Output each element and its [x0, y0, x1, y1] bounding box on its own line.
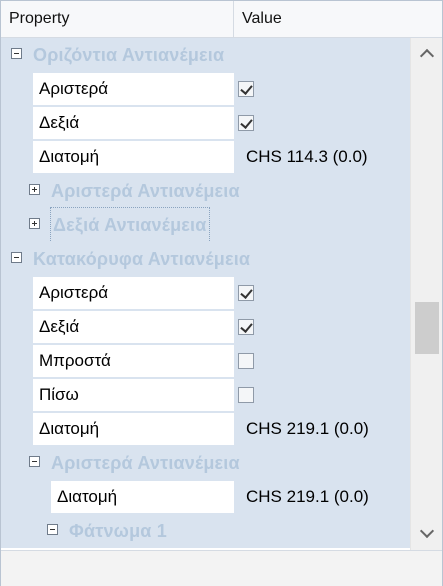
property-value[interactable]: CHS 219.1 (0.0) [234, 481, 410, 513]
collapse-icon[interactable] [29, 456, 40, 467]
property-value-checkbox-cell[interactable] [234, 345, 410, 377]
property-row[interactable]: Δεξιά [1, 106, 410, 140]
collapse-icon[interactable] [47, 524, 58, 535]
checkbox-checked[interactable] [238, 115, 254, 131]
property-row[interactable]: Δεξιά [1, 310, 410, 344]
property-grid: Property Value Οριζόντια Αντιανέμεια Αρισ… [0, 0, 443, 586]
property-name: Αριστερά [33, 73, 234, 105]
property-value-checkbox-cell[interactable] [234, 379, 410, 411]
subcategory-row[interactable]: Φάτνωμα 1 [1, 514, 410, 548]
checkbox-unchecked[interactable] [238, 353, 254, 369]
category-row[interactable]: Κατακόρυφα Αντιανέμεια [1, 242, 410, 276]
category-label: Δεξιά Αντιανέμεια [50, 207, 210, 243]
property-value[interactable]: CHS 114.3 (0.0) [234, 141, 410, 173]
value-column-header[interactable]: Value [234, 1, 442, 37]
property-row[interactable]: Διατομή CHS 219.1 (0.0) [1, 412, 410, 446]
property-row[interactable]: Αριστερά [1, 72, 410, 106]
chevron-down-icon [419, 523, 435, 539]
checkbox-unchecked[interactable] [238, 387, 254, 403]
property-row[interactable]: Διατομή CHS 114.3 (0.0) [1, 140, 410, 174]
property-name: Πίσω [33, 379, 234, 411]
category-label: Αριστερά Αντιανέμεια [51, 181, 240, 201]
scrollbar-thumb[interactable] [415, 302, 439, 354]
category-label: Οριζόντια Αντιανέμεια [33, 45, 225, 65]
grid-header: Property Value [1, 1, 442, 38]
property-value-checkbox-cell[interactable] [234, 73, 410, 105]
property-row[interactable]: Μπροστά [1, 344, 410, 378]
property-value[interactable]: CHS 219.1 (0.0) [234, 413, 410, 445]
collapse-icon[interactable] [11, 252, 22, 263]
checkbox-checked[interactable] [238, 81, 254, 97]
category-row[interactable]: Οριζόντια Αντιανέμεια [1, 38, 410, 72]
property-row[interactable]: Διατομή CHS 219.1 (0.0) [1, 480, 410, 514]
property-name: Δεξιά [33, 107, 234, 139]
property-name: Μπροστά [33, 345, 234, 377]
property-value-checkbox-cell[interactable] [234, 107, 410, 139]
property-name: Διατομή [33, 413, 234, 445]
description-panel [1, 550, 442, 586]
checkbox-checked[interactable] [238, 319, 254, 335]
vertical-scrollbar[interactable] [410, 38, 442, 550]
collapse-icon[interactable] [11, 48, 22, 59]
subcategory-row[interactable]: Δεξιά Αντιανέμεια [1, 207, 410, 243]
subcategory-row[interactable]: Αριστερά Αντιανέμεια [1, 174, 410, 208]
property-rows: Οριζόντια Αντιανέμεια Αριστερά Δεξιά Διατομ… [1, 38, 410, 550]
scroll-down-button[interactable] [411, 518, 443, 550]
property-name: Διατομή [33, 141, 234, 173]
checkbox-checked[interactable] [238, 285, 254, 301]
property-column-header[interactable]: Property [1, 1, 234, 37]
property-value-checkbox-cell[interactable] [234, 277, 410, 309]
subcategory-row[interactable]: Αριστερά Αντιανέμεια [1, 446, 410, 480]
category-label: Φάτνωμα 1 [69, 521, 167, 541]
scroll-up-button[interactable] [411, 38, 443, 70]
expand-icon[interactable] [29, 184, 40, 195]
property-row[interactable]: Αριστερά [1, 276, 410, 310]
property-value-checkbox-cell[interactable] [234, 311, 410, 343]
property-name: Δεξιά [33, 311, 234, 343]
expand-icon[interactable] [29, 218, 40, 229]
category-label: Κατακόρυφα Αντιανέμεια [33, 249, 251, 269]
property-name: Αριστερά [33, 277, 234, 309]
property-name: Διατομή [51, 481, 234, 513]
category-label: Αριστερά Αντιανέμεια [51, 453, 240, 473]
chevron-up-icon [419, 48, 435, 64]
property-row[interactable]: Πίσω [1, 378, 410, 412]
